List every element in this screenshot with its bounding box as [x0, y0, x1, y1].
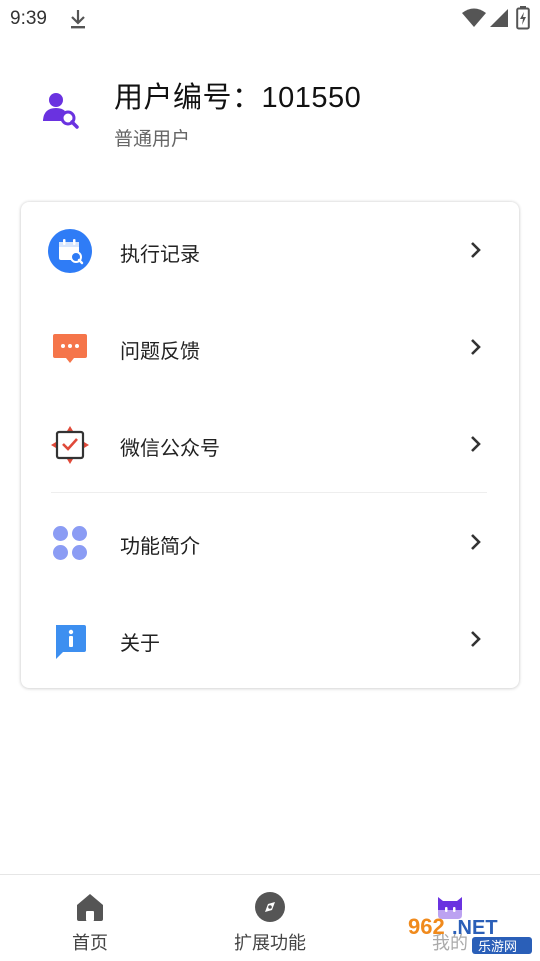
- calendar-search-icon: [48, 229, 92, 273]
- download-icon: [71, 10, 85, 29]
- tab-home[interactable]: 首页: [0, 875, 180, 961]
- menu-item-label: 微信公众号: [120, 438, 220, 460]
- user-search-icon: [43, 93, 79, 129]
- chevron-right-icon: [471, 631, 481, 647]
- chevron-right-icon: [471, 242, 481, 258]
- status-bar: 9:39: [0, 0, 540, 36]
- info-icon: [56, 625, 86, 659]
- chevron-right-icon: [471, 534, 481, 550]
- menu-item-execution-record[interactable]: 执行记录: [21, 202, 519, 299]
- menu-item-label: 问题反馈: [120, 341, 200, 363]
- profile-header: 用户编号：101550 普通用户: [0, 60, 540, 170]
- svg-text:乐游网: 乐游网: [478, 940, 517, 955]
- menu-item-label: 关于: [120, 633, 160, 655]
- signal-icon: [490, 9, 508, 27]
- compass-icon: [255, 892, 285, 922]
- menu-item-wechat[interactable]: 微信公众号: [21, 396, 519, 493]
- site-watermark-logo: 962 .NET 乐游网: [402, 910, 536, 956]
- menu-item-label: 执行记录: [120, 244, 200, 266]
- grid-icon: [53, 526, 87, 560]
- tab-label: 首页: [72, 933, 108, 953]
- home-icon: [77, 894, 103, 921]
- menu-divider: [51, 492, 487, 493]
- wechat-check-icon: [51, 426, 89, 464]
- tab-label: 扩展功能: [234, 933, 306, 953]
- menu-item-label: 功能简介: [120, 536, 200, 558]
- svg-text:962: 962: [408, 914, 445, 939]
- menu-item-feedback[interactable]: 问题反馈: [21, 299, 519, 396]
- chat-bubble-icon: [53, 334, 87, 363]
- user-id: 用户编号：101550: [114, 82, 362, 114]
- svg-text:.NET: .NET: [452, 917, 498, 939]
- menu-item-features[interactable]: 功能简介: [21, 494, 519, 591]
- chevron-right-icon: [471, 339, 481, 355]
- user-type: 普通用户: [114, 129, 191, 150]
- tab-extensions[interactable]: 扩展功能: [180, 875, 360, 961]
- wifi-icon: [462, 8, 486, 27]
- menu-item-about[interactable]: 关于: [21, 591, 519, 688]
- chevron-right-icon: [471, 436, 481, 452]
- status-time: 9:39: [10, 8, 47, 29]
- menu-card: 执行记录 问题反馈 微信公众号 功能简介 关于: [21, 202, 519, 688]
- battery-icon: [516, 6, 530, 30]
